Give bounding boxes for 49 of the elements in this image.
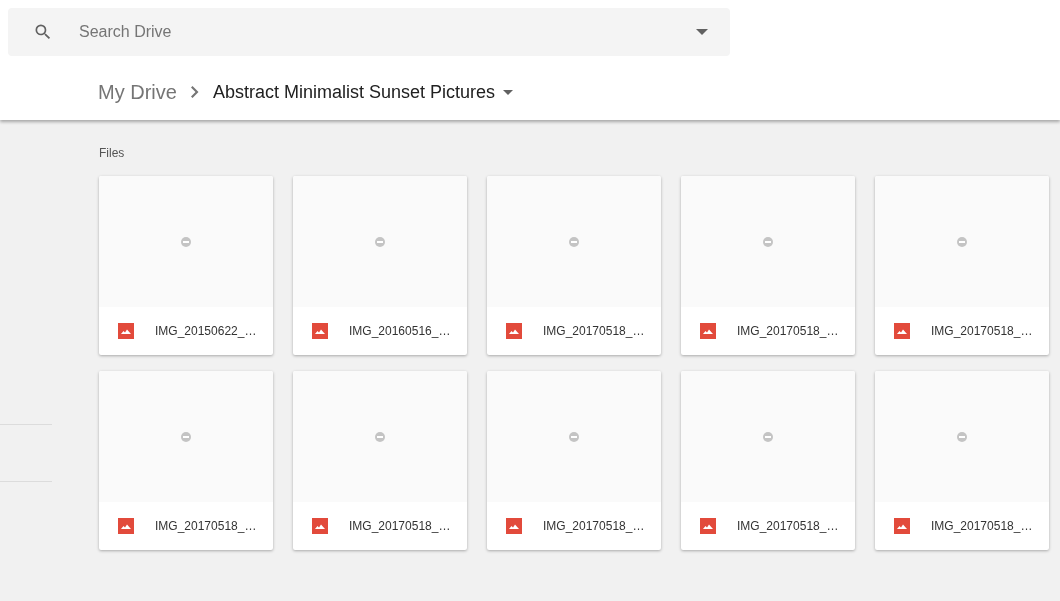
image-file-icon bbox=[700, 323, 716, 339]
loading-icon bbox=[375, 431, 385, 442]
breadcrumb-item[interactable]: My Drive bbox=[98, 77, 177, 107]
image-file-icon bbox=[894, 518, 910, 534]
search-field[interactable]: Search Drive bbox=[8, 8, 730, 56]
file-name: IMG_20170518_… bbox=[931, 323, 1033, 340]
section-title: Files bbox=[99, 145, 126, 159]
file-name: IMG_20170518_… bbox=[737, 518, 839, 535]
file-name: IMG_20170518_… bbox=[349, 518, 451, 535]
image-file-icon bbox=[506, 518, 522, 534]
file-card[interactable]: IMG_20170518_… bbox=[875, 371, 1049, 550]
loading-icon bbox=[763, 236, 773, 247]
image-file-icon bbox=[312, 323, 328, 339]
breadcrumb-item[interactable]: Abstract Minimalist Sunset Pictures bbox=[212, 78, 495, 106]
dropdown-caret-icon[interactable] bbox=[503, 89, 513, 95]
search-input[interactable]: Search Drive bbox=[79, 20, 696, 44]
loading-icon bbox=[181, 431, 191, 442]
file-name: IMG_20170518_… bbox=[155, 518, 257, 535]
image-file-icon bbox=[894, 323, 910, 339]
file-name: IMG_20150622_… bbox=[155, 323, 257, 340]
file-name: IMG_20170518_… bbox=[931, 518, 1033, 535]
image-file-icon bbox=[118, 518, 134, 534]
image-file-icon bbox=[700, 518, 716, 534]
loading-icon bbox=[569, 431, 579, 442]
file-card[interactable]: IMG_20170518_… bbox=[875, 176, 1049, 355]
image-file-icon bbox=[506, 323, 522, 339]
file-card[interactable]: IMG_20170518_… bbox=[99, 371, 273, 550]
loading-icon bbox=[375, 236, 385, 247]
image-file-icon bbox=[118, 323, 134, 339]
file-card[interactable]: IMG_20170518_… bbox=[681, 176, 855, 355]
dropdown-caret-icon[interactable] bbox=[696, 29, 708, 35]
loading-icon bbox=[569, 236, 579, 247]
file-name: IMG_20170518_… bbox=[543, 323, 645, 340]
file-name: IMG_20160516_… bbox=[349, 323, 451, 340]
loading-icon bbox=[957, 236, 967, 247]
loading-icon bbox=[181, 236, 191, 247]
image-file-icon bbox=[312, 518, 328, 534]
file-card[interactable]: IMG_20170518_… bbox=[681, 371, 855, 550]
chevron-right-icon bbox=[190, 86, 199, 98]
loading-icon bbox=[957, 431, 967, 442]
file-card[interactable]: IMG_20170518_… bbox=[487, 176, 661, 355]
file-card[interactable]: IMG_20160516_… bbox=[293, 176, 467, 355]
search-icon[interactable] bbox=[33, 22, 53, 42]
file-card[interactable]: IMG_20170518_… bbox=[487, 371, 661, 550]
file-card[interactable]: IMG_20150622_… bbox=[99, 176, 273, 355]
file-card[interactable]: IMG_20170518_… bbox=[293, 371, 467, 550]
loading-icon bbox=[763, 431, 773, 442]
file-name: IMG_20170518_… bbox=[543, 518, 645, 535]
file-name: IMG_20170518_… bbox=[737, 323, 839, 340]
